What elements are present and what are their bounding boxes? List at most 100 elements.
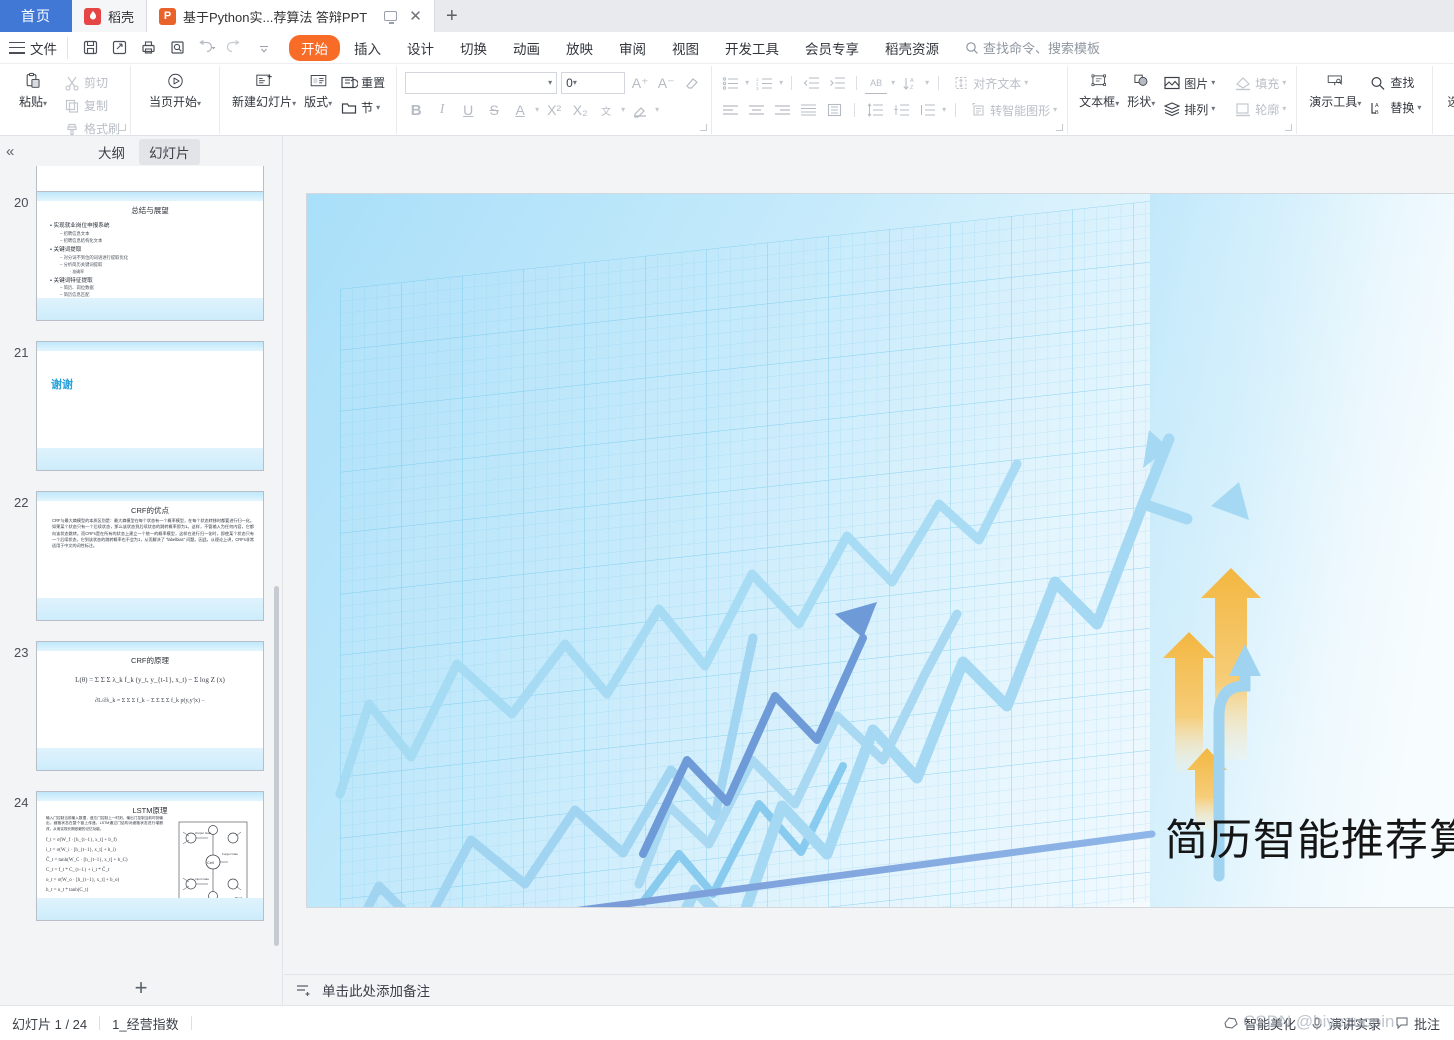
redo-icon[interactable] [222, 36, 248, 60]
decrease-indent-icon[interactable] [800, 73, 822, 94]
shapes-button[interactable]: 形状▾ [1123, 66, 1159, 130]
numbered-list-icon[interactable]: 123 [753, 73, 775, 94]
sidebar-scrollbar[interactable] [274, 586, 279, 946]
bold-icon[interactable]: B [405, 100, 427, 121]
ribbon-tab-review[interactable]: 审阅 [607, 35, 658, 61]
command-search-box[interactable]: 查找命令、搜索模板 [965, 38, 1100, 57]
close-tab-icon[interactable]: ✕ [409, 9, 422, 24]
menu-hamburger-icon[interactable] [9, 41, 25, 54]
slide-thumbnail[interactable]: CRF的优点 CRF与最大熵模型的本质区别是：最大熵模型在每个状态有一个概率模型… [36, 491, 264, 621]
picture-button[interactable]: 图片 ▾ [1159, 73, 1218, 94]
increase-indent-icon[interactable] [826, 73, 848, 94]
ribbon-tab-design[interactable]: 设计 [395, 35, 446, 61]
ribbon-tab-insert[interactable]: 插入 [342, 35, 393, 61]
find-button[interactable]: 查找 [1365, 72, 1424, 93]
font-color-icon[interactable]: A [509, 100, 531, 121]
justify-icon[interactable] [797, 100, 819, 121]
highlight-icon[interactable] [629, 100, 651, 121]
speech-record-button[interactable]: 演讲实录 [1310, 1014, 1381, 1033]
start-from-current-button[interactable]: 当页开始▾ [145, 66, 205, 130]
slide-thumbnail[interactable]: LSTM原理 输入门控制当前输入数据，遗忘门控制上一时刻，输出门控制当前时刻输出… [36, 791, 264, 921]
arrange-button[interactable]: 排列 ▾ [1159, 99, 1218, 120]
new-tab-button[interactable]: + [435, 0, 469, 32]
copy-button[interactable]: 复制 [59, 95, 123, 116]
tab-docer[interactable]: 稻壳 [72, 0, 148, 32]
spacing-options-icon[interactable] [916, 100, 938, 121]
tab-document[interactable]: P 基于Python实...荐算法 答辩PPT ✕ [147, 0, 435, 32]
current-slide-canvas[interactable]: 简历智能推荐算法 1X 指导老师：X [307, 194, 1454, 907]
line-spacing-icon[interactable] [864, 100, 886, 121]
bullet-list-icon[interactable] [719, 73, 741, 94]
insert-dialog-launcher[interactable] [1285, 124, 1293, 131]
clear-format-icon[interactable] [681, 73, 703, 94]
slide-thumbnail[interactable]: 谢谢 [36, 341, 264, 471]
slide-thumbnail[interactable]: 总结与展望 • 实现就业岗位申报系统 – 招聘信息文本 – 招聘信息结构化文本 … [36, 191, 264, 321]
thumbnail-title: CRF的原理 [131, 656, 169, 665]
tab-home[interactable]: 首页 [0, 0, 72, 32]
paragraph-spacing-icon[interactable] [890, 100, 912, 121]
distribute-icon[interactable] [823, 100, 845, 121]
paste-button[interactable]: 粘贴▾ [7, 66, 59, 130]
print-icon[interactable] [135, 36, 161, 60]
text-direction-icon[interactable]: AB [865, 73, 888, 94]
ribbon-tab-slideshow[interactable]: 放映 [554, 35, 605, 61]
subscript-icon[interactable]: X₂ [569, 100, 591, 121]
print-preview-icon[interactable] [164, 36, 190, 60]
save-icon[interactable] [77, 36, 103, 60]
present-tools-button[interactable]: 演示工具▾ [1305, 66, 1365, 130]
font-dialog-launcher[interactable] [700, 124, 708, 131]
underline-icon[interactable]: U [457, 100, 479, 121]
file-menu-button[interactable]: 文件 [30, 38, 57, 58]
font-name-input[interactable]: ▾ [405, 72, 558, 94]
slide-thumbnail-list[interactable]: ▬▬ ●●●●●●●●●●●●● 20 总结与展望 [0, 166, 282, 972]
reset-button[interactable]: 重置 [336, 72, 388, 93]
ribbon-tab-docer-resources[interactable]: 稻壳资源 [873, 35, 951, 61]
align-right-icon[interactable] [771, 100, 793, 121]
paragraph-dialog-launcher[interactable] [1056, 124, 1064, 131]
cut-button[interactable]: 剪切 [59, 72, 123, 93]
textbox-button[interactable]: 文本框▾ [1075, 66, 1123, 130]
decrease-font-icon[interactable]: A⁻ [655, 73, 677, 94]
undo-icon[interactable] [193, 36, 219, 60]
section-button[interactable]: 节 ▾ [336, 97, 388, 118]
present-monitor-icon[interactable] [384, 11, 398, 24]
ribbon-tab-start[interactable]: 开始 [289, 34, 340, 61]
italic-icon[interactable]: I [431, 100, 453, 121]
convert-to-smartart-button[interactable]: 转智能图形 ▾ [965, 100, 1060, 121]
select-button[interactable]: 选择▾ [1443, 66, 1454, 130]
thumbnail-line: • 实现就业岗位申报系统 [50, 223, 110, 230]
collapse-left-icon[interactable]: « [6, 143, 14, 160]
align-text-button[interactable]: 对齐文本 ▾ [948, 73, 1031, 94]
layout-button[interactable]: 版式▾ [300, 66, 336, 130]
sidebar-tab-outline[interactable]: 大纲 [88, 139, 135, 165]
ribbon-tab-animation[interactable]: 动画 [501, 35, 552, 61]
sidebar-tab-slides[interactable]: 幻灯片 [139, 139, 200, 165]
beautify-button[interactable]: 智能美化 [1223, 1014, 1296, 1033]
ribbon-tab-transition[interactable]: 切换 [448, 35, 499, 61]
save-as-icon[interactable] [106, 36, 132, 60]
thumb-band-bottom [37, 298, 263, 320]
align-left-icon[interactable] [719, 100, 741, 121]
align-center-icon[interactable] [745, 100, 767, 121]
fill-button[interactable]: 填充 ▾ [1230, 73, 1289, 94]
strikethrough-icon[interactable]: S [483, 100, 505, 121]
phonetic-icon[interactable]: 文 [595, 100, 617, 121]
slide-title-text[interactable]: 简历智能推荐算法 [1165, 806, 1454, 868]
font-size-input[interactable]: 0 ▾ [561, 72, 626, 94]
customize-qat-icon[interactable] [251, 36, 277, 60]
slide-thumbnail[interactable]: CRF的原理 L(θ) = Σ Σ Σ λ_k f_k (y_t, y_{t-1… [36, 641, 264, 771]
outline-button[interactable]: 轮廓 ▾ [1230, 99, 1289, 120]
ribbon-tab-member[interactable]: 会员专享 [793, 35, 871, 61]
add-slide-button[interactable]: + [0, 972, 282, 1004]
ribbon-tab-developer[interactable]: 开发工具 [713, 35, 791, 61]
increase-font-icon[interactable]: A⁺ [629, 73, 651, 94]
replace-button[interactable]: AB 替换 ▾ [1365, 97, 1424, 118]
notes-pane[interactable]: 单击此处添加备注 [284, 974, 1454, 1005]
superscript-icon[interactable]: X² [543, 100, 565, 121]
new-slide-button[interactable]: 新建幻灯片▾ [228, 66, 300, 130]
ribbon-tab-view[interactable]: 视图 [660, 35, 711, 61]
comment-button[interactable]: 批注 [1395, 1014, 1440, 1033]
sort-icon[interactable]: AZ [899, 73, 921, 94]
clipboard-dialog-launcher[interactable] [119, 124, 127, 131]
theme-name[interactable]: 1_经营指数 [100, 1014, 190, 1033]
